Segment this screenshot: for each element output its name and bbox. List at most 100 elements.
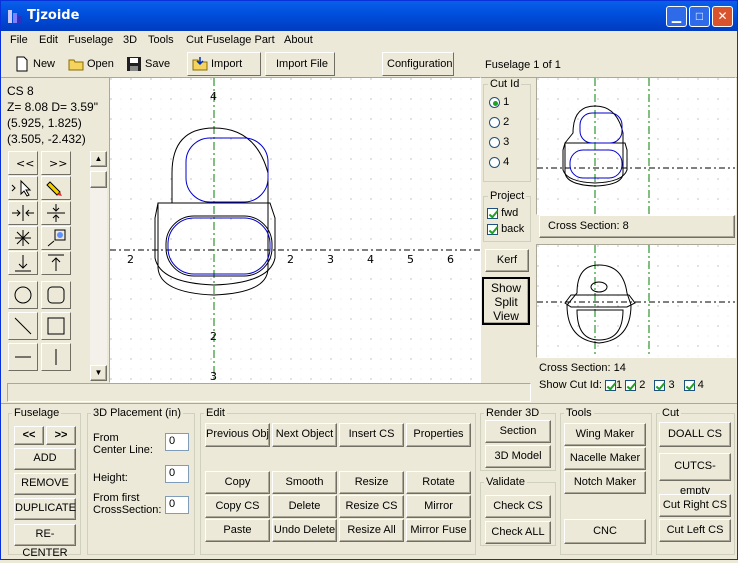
kerf-button[interactable]: Kerf bbox=[485, 249, 529, 272]
import-file-button[interactable]: Import File bbox=[265, 52, 335, 76]
checkbox[interactable] bbox=[487, 207, 498, 219]
maximize-button[interactable]: □ bbox=[689, 6, 710, 27]
next-object-button[interactable]: Next Object bbox=[272, 423, 337, 447]
cross-section-preview-top[interactable] bbox=[536, 77, 736, 215]
merge-vertical-tool[interactable] bbox=[41, 201, 71, 225]
explode-tool[interactable] bbox=[8, 226, 38, 250]
scroll-thumb[interactable] bbox=[90, 171, 107, 188]
copy-button[interactable]: Copy bbox=[205, 471, 270, 494]
maximize-icon: □ bbox=[695, 9, 704, 23]
radio[interactable] bbox=[489, 116, 500, 128]
rounded-rect-tool[interactable] bbox=[41, 281, 71, 309]
resize-button[interactable]: Resize bbox=[339, 471, 404, 494]
cross-section-preview-bottom[interactable] bbox=[536, 244, 736, 358]
from-first-cs-input[interactable]: 0 bbox=[165, 496, 189, 514]
project-back-checkbox[interactable]: back bbox=[487, 223, 524, 235]
mirror-button[interactable]: Mirror bbox=[406, 495, 471, 518]
wing-maker-button[interactable]: Wing Maker bbox=[564, 423, 646, 446]
vertical-scrollbar[interactable]: ▲ ▼ bbox=[90, 151, 107, 381]
circle-tool[interactable] bbox=[8, 281, 38, 309]
resize-cs-button[interactable]: Resize CS bbox=[339, 495, 404, 518]
add-fuselage-button[interactable]: ADD bbox=[14, 448, 76, 470]
cutcs-empty-button[interactable]: CUTCS-empty bbox=[659, 453, 731, 497]
line-tool[interactable] bbox=[8, 312, 38, 340]
radio-selected[interactable] bbox=[489, 96, 500, 108]
show-cut-id-checkbox-2[interactable] bbox=[625, 379, 637, 391]
align-bottom-tool[interactable] bbox=[8, 251, 38, 275]
fuselage-next-button[interactable]: >> bbox=[46, 426, 76, 445]
vertical-line-tool[interactable] bbox=[41, 343, 71, 371]
drawing-canvas[interactable]: 2 2 3 4 5 6 4 2 3 bbox=[109, 77, 481, 383]
scroll-up-button[interactable]: ▲ bbox=[90, 151, 107, 167]
cut-id-option-3[interactable]: 3 bbox=[489, 136, 509, 148]
zoom-tool[interactable] bbox=[41, 226, 71, 250]
radio[interactable] bbox=[489, 156, 500, 168]
menu-cut-fuselage-part[interactable]: Cut Fuselage Part bbox=[186, 34, 275, 46]
doall-cs-button[interactable]: DOALL CS bbox=[659, 422, 731, 447]
menu-3d[interactable]: 3D bbox=[123, 34, 137, 46]
scroll-down-button[interactable]: ▼ bbox=[90, 365, 107, 381]
mirror-fuse-button[interactable]: Mirror Fuse bbox=[406, 519, 471, 542]
title-bar[interactable]: Tjzoide ▁ □ ✕ bbox=[1, 1, 737, 31]
select-tool[interactable] bbox=[8, 176, 38, 200]
configuration-button[interactable]: Configuration bbox=[382, 52, 454, 76]
import-cs-button[interactable]: Import CS bbox=[187, 52, 261, 92]
save-button[interactable]: Save bbox=[121, 52, 177, 76]
status-strip bbox=[7, 383, 531, 402]
remove-fuselage-button[interactable]: REMOVE bbox=[14, 473, 76, 495]
menu-tools[interactable]: Tools bbox=[148, 34, 174, 46]
menu-fuselage[interactable]: Fuselage bbox=[68, 34, 113, 46]
menu-about[interactable]: About bbox=[284, 34, 313, 46]
cut-left-cs-button[interactable]: Cut Left CS bbox=[659, 519, 731, 542]
pencil-tool[interactable] bbox=[41, 176, 71, 200]
center-line-input[interactable]: 0 bbox=[165, 433, 189, 451]
open-folder-icon bbox=[68, 59, 84, 71]
minimize-button[interactable]: ▁ bbox=[666, 6, 687, 27]
cnc-button[interactable]: CNC bbox=[564, 519, 646, 544]
cut-id-option-2[interactable]: 2 bbox=[489, 116, 509, 128]
cut-id-option-4[interactable]: 4 bbox=[489, 156, 509, 168]
previous-object-button[interactable]: Previous Obj bbox=[205, 423, 270, 447]
recenter-fuselage-button[interactable]: RE-CENTER bbox=[14, 524, 76, 559]
horizontal-line-tool[interactable] bbox=[8, 343, 38, 371]
align-top-tool[interactable] bbox=[41, 251, 71, 275]
paste-button[interactable]: Paste bbox=[205, 519, 270, 542]
check-all-button[interactable]: Check ALL bbox=[485, 521, 551, 544]
show-cut-id-checkbox-3[interactable] bbox=[654, 379, 666, 391]
cut-title: Cut bbox=[660, 407, 682, 419]
show-split-view-button[interactable]: Show Split View bbox=[482, 277, 530, 325]
resize-all-button[interactable]: Resize All bbox=[339, 519, 404, 542]
show-cut-id-checkbox-1[interactable] bbox=[605, 379, 617, 391]
radio[interactable] bbox=[489, 136, 500, 148]
cut-right-cs-button[interactable]: Cut Right CS bbox=[659, 494, 731, 517]
copy-cs-button[interactable]: Copy CS bbox=[205, 495, 270, 518]
menu-file[interactable]: File bbox=[10, 34, 28, 46]
project-fwd-checkbox[interactable]: fwd bbox=[487, 207, 518, 219]
close-button[interactable]: ✕ bbox=[712, 6, 733, 27]
svg-text:<<: << bbox=[16, 157, 34, 170]
prev-point-tool[interactable]: << bbox=[8, 151, 38, 175]
3d-model-button[interactable]: 3D Model bbox=[485, 445, 551, 468]
notch-maker-button[interactable]: Notch Maker bbox=[564, 471, 646, 494]
rotate-button[interactable]: Rotate bbox=[406, 471, 471, 494]
fuselage-prev-button[interactable]: << bbox=[14, 426, 44, 445]
menu-edit[interactable]: Edit bbox=[39, 34, 58, 46]
cut-id-option-1[interactable]: 1 bbox=[489, 96, 509, 108]
properties-button[interactable]: Properties bbox=[406, 423, 471, 447]
insert-cs-button[interactable]: Insert CS bbox=[339, 423, 404, 447]
smooth-button[interactable]: Smooth bbox=[272, 471, 337, 494]
merge-horizontal-tool[interactable] bbox=[8, 201, 38, 225]
new-button[interactable]: New bbox=[9, 52, 61, 76]
show-cut-id-checkbox-4[interactable] bbox=[683, 379, 695, 391]
delete-button[interactable]: Delete bbox=[272, 495, 337, 518]
checkbox[interactable] bbox=[487, 223, 498, 235]
open-button[interactable]: Open bbox=[63, 52, 117, 76]
height-input[interactable]: 0 bbox=[165, 465, 189, 483]
check-cs-button[interactable]: Check CS bbox=[485, 495, 551, 518]
rectangle-tool[interactable] bbox=[41, 312, 71, 340]
next-point-tool[interactable]: >> bbox=[41, 151, 71, 175]
section-button[interactable]: Section bbox=[485, 420, 551, 443]
nacelle-maker-button[interactable]: Nacelle Maker bbox=[564, 447, 646, 470]
duplicate-fuselage-button[interactable]: DUPLICATE bbox=[14, 498, 76, 520]
undo-delete-button[interactable]: Undo Delete bbox=[272, 519, 337, 542]
